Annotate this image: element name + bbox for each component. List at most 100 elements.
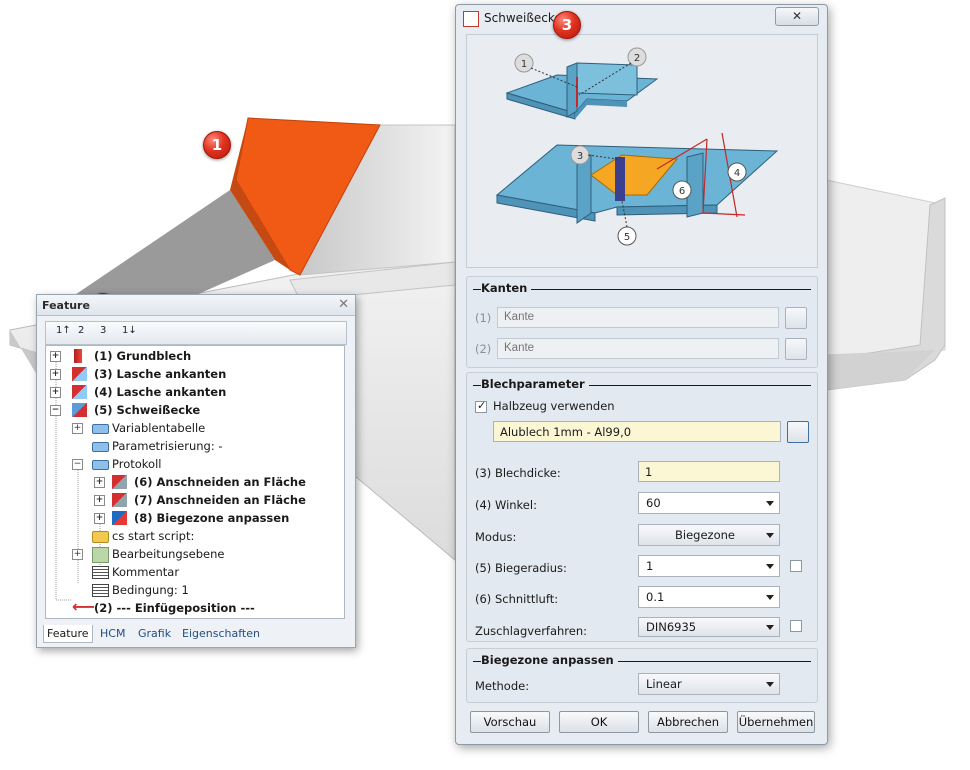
tree-item-bedingung[interactable]: Bedingung: 1 xyxy=(72,581,332,599)
tree-item-parametrisierung[interactable]: Parametrisierung: - xyxy=(72,437,332,455)
cut-icon xyxy=(112,475,127,489)
methode-value: Linear xyxy=(646,677,682,691)
chevron-down-icon xyxy=(766,625,774,630)
blechdicke-field[interactable]: 1 xyxy=(638,461,780,482)
callout-3: 3 xyxy=(553,11,581,39)
expand-icon[interactable]: + xyxy=(94,495,105,506)
preview-button[interactable]: Vorschau xyxy=(470,711,550,733)
close-icon[interactable]: ✕ xyxy=(338,297,349,312)
tree-item-label: (8) Biegezone anpassen xyxy=(134,511,290,525)
material-list-icon[interactable] xyxy=(787,421,809,443)
zuschlag-checkbox[interactable] xyxy=(790,620,802,632)
tree-item-biegezone[interactable]: + (8) Biegezone anpassen xyxy=(94,509,339,527)
expand-icon[interactable]: + xyxy=(50,351,61,362)
folder-icon xyxy=(92,531,109,543)
kanten-title: Kanten xyxy=(481,281,532,295)
edge2-pick-icon[interactable] xyxy=(785,338,807,360)
expand-icon[interactable]: + xyxy=(50,387,61,398)
zuschlag-select[interactable]: DIN6935 xyxy=(638,617,780,637)
edge1-label: (1) xyxy=(475,311,492,325)
tree-item-label: (5) Schweißecke xyxy=(94,403,201,417)
biegeradius-checkbox[interactable] xyxy=(790,560,802,572)
expand-icon[interactable]: + xyxy=(94,477,105,488)
param-icon xyxy=(92,442,109,452)
halbzeug-label: Halbzeug verwenden xyxy=(493,399,615,413)
collapse-icon[interactable]: − xyxy=(50,405,61,416)
sheet-icon xyxy=(74,349,82,363)
tree-item-schweissecke[interactable]: − (5) Schweißecke xyxy=(50,401,330,419)
apply-button[interactable]: Übernehmen xyxy=(737,711,815,733)
flange-icon xyxy=(72,367,87,381)
zuschlag-label: Zuschlagverfahren: xyxy=(475,624,588,638)
tab-eigenschaften[interactable]: Eigenschaften xyxy=(179,625,263,642)
expand-icon[interactable]: + xyxy=(72,423,83,434)
tree-item-kommentar[interactable]: Kommentar xyxy=(72,563,332,581)
tree-item-cs-script[interactable]: cs start script: xyxy=(72,527,332,545)
dialog-title: Schweißecke xyxy=(484,11,562,25)
sort-down-icon[interactable]: 1↓ xyxy=(122,325,138,341)
tab-hcm[interactable]: HCM xyxy=(97,625,128,642)
tree-item-protokoll[interactable]: − Protokoll xyxy=(72,455,332,473)
material-field[interactable]: Alublech 1mm - Al99,0 xyxy=(493,421,781,442)
edge1-pick-icon[interactable] xyxy=(785,307,807,329)
chevron-down-icon xyxy=(766,682,774,687)
tree-item-einfuegeposition[interactable]: ⟵ (2) --- Einfügeposition --- xyxy=(50,599,335,617)
tree-item-grundblech[interactable]: + (1) Grundblech xyxy=(50,347,330,365)
collapse-icon[interactable]: − xyxy=(72,459,83,470)
flange-icon xyxy=(72,385,87,399)
tree-item-label: cs start script: xyxy=(112,529,195,543)
callout-1: 1 xyxy=(203,131,231,159)
methode-select[interactable]: Linear xyxy=(638,673,780,695)
schweissecke-dialog: Schweißecke ✕ 1 2 3 4 5 6 Kanten (1) Kan… xyxy=(455,4,828,745)
cancel-button[interactable]: Abbrechen xyxy=(648,711,728,733)
chevron-down-icon xyxy=(766,564,774,569)
winkel-select[interactable]: 60 xyxy=(638,492,780,514)
preview-label-1: 1 xyxy=(521,59,527,70)
modus-value: Biegezone xyxy=(675,528,735,542)
tree-item-lasche-4[interactable]: + (4) Lasche ankanten xyxy=(50,383,330,401)
table-icon xyxy=(92,424,109,434)
tree-item-variablentabelle[interactable]: + Variablentabelle xyxy=(72,419,332,437)
level-2-icon[interactable]: 2 xyxy=(78,325,94,341)
chevron-down-icon xyxy=(766,501,774,506)
edge1-field[interactable] xyxy=(497,307,779,328)
edge2-field[interactable] xyxy=(497,338,779,359)
biegeradius-value: 1 xyxy=(646,559,654,573)
halbzeug-checkbox[interactable] xyxy=(475,399,487,413)
tree-item-label: Bedingung: 1 xyxy=(112,583,189,597)
expand-icon[interactable]: + xyxy=(72,549,83,560)
protocol-icon xyxy=(92,460,109,470)
preview-label-4: 4 xyxy=(734,168,740,179)
ok-button[interactable]: OK xyxy=(559,711,639,733)
schnittluft-select[interactable]: 0.1 xyxy=(638,586,780,608)
tree-item-label: (7) Anschneiden an Fläche xyxy=(134,493,306,507)
feature-panel-titlebar[interactable]: Feature ✕ xyxy=(37,295,355,316)
schnittluft-value: 0.1 xyxy=(646,590,665,604)
modus-select[interactable]: Biegezone xyxy=(638,524,780,546)
plane-icon xyxy=(92,547,109,563)
level-3-icon[interactable]: 3 xyxy=(100,325,116,341)
tab-feature[interactable]: Feature xyxy=(43,625,93,643)
sort-up-icon[interactable]: 1↑ xyxy=(56,325,72,341)
biegeradius-select[interactable]: 1 xyxy=(638,555,780,577)
preview-label-2: 2 xyxy=(634,53,640,64)
cut-icon xyxy=(112,493,127,507)
comment-icon xyxy=(92,566,109,579)
methode-label: Methode: xyxy=(475,679,530,693)
feature-toolbar: 1↑ 2 3 1↓ xyxy=(45,321,347,345)
expand-icon[interactable]: + xyxy=(50,369,61,380)
tab-grafik[interactable]: Grafik xyxy=(135,625,174,642)
chevron-down-icon xyxy=(766,533,774,538)
tree-item-anschneiden-6[interactable]: + (6) Anschneiden an Fläche xyxy=(94,473,339,491)
tree-item-lasche-3[interactable]: + (3) Lasche ankanten xyxy=(50,365,330,383)
schnittluft-label: (6) Schnittluft: xyxy=(475,592,559,606)
tree-item-anschneiden-7[interactable]: + (7) Anschneiden an Fläche xyxy=(94,491,339,509)
tree-item-label: Bearbeitungsebene xyxy=(112,547,225,561)
close-button[interactable]: ✕ xyxy=(775,7,819,26)
tree-item-label: (3) Lasche ankanten xyxy=(94,367,227,381)
dialog-titlebar[interactable]: Schweißecke ✕ xyxy=(456,5,827,31)
tree-item-label: (6) Anschneiden an Fläche xyxy=(134,475,306,489)
tree-item-bearbeitungsebene[interactable]: + Bearbeitungsebene xyxy=(72,545,332,563)
winkel-value: 60 xyxy=(646,496,661,510)
expand-icon[interactable]: + xyxy=(94,513,105,524)
